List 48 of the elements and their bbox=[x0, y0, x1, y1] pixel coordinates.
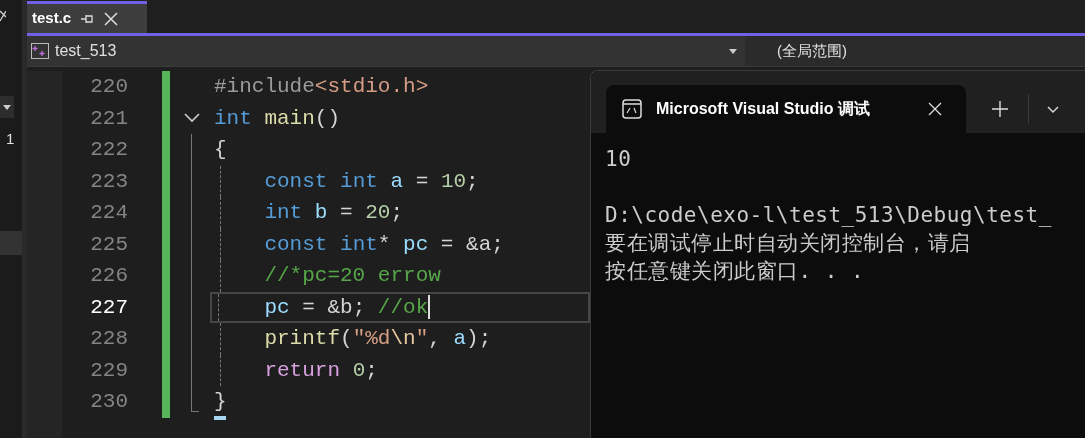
tab-label: test.c bbox=[32, 8, 72, 29]
terminal-icon bbox=[622, 99, 642, 119]
line-number: 227 bbox=[89, 294, 128, 321]
line-number: 229 bbox=[89, 357, 128, 384]
code-line: //*pc=20 errow bbox=[263, 265, 441, 287]
line-number: 221 bbox=[89, 105, 128, 132]
chevron-down-icon[interactable] bbox=[1047, 105, 1059, 113]
code-line: #include<stdio.h> bbox=[214, 76, 429, 98]
code-line: int b = 20; bbox=[263, 202, 404, 224]
line-number: 222 bbox=[89, 137, 128, 163]
line-number: 223 bbox=[89, 168, 128, 195]
plus-icon[interactable] bbox=[992, 101, 1008, 117]
text-cursor bbox=[214, 415, 226, 420]
pin-icon[interactable] bbox=[81, 13, 95, 24]
line-number: 230 bbox=[89, 389, 128, 415]
console-line: D:\code\exo-l\test_513\Debug\test_ bbox=[605, 202, 1053, 229]
code-line: int main() bbox=[214, 107, 341, 129]
code-line: const int a = 10; bbox=[263, 170, 479, 192]
code-line: printf("%d\n", a); bbox=[263, 328, 492, 350]
side-panel-text: 1 bbox=[6, 129, 15, 149]
editor-tab[interactable]: test.c bbox=[27, 1, 147, 33]
project-dropdown[interactable]: test_513 bbox=[27, 36, 745, 66]
project-icon bbox=[31, 43, 49, 59]
console-tab-title: Microsoft Visual Studio 调试 bbox=[656, 99, 870, 119]
console-line: 要在调试停止时自动关闭控制台，请启 bbox=[605, 230, 972, 257]
console-line: 按任意键关闭此窗口. . . bbox=[605, 258, 866, 285]
code-line: const int* pc = &a; bbox=[263, 233, 504, 255]
dropdown-field[interactable] bbox=[0, 96, 14, 118]
project-name: test_513 bbox=[55, 41, 117, 61]
console-tab[interactable]: Microsoft Visual Studio 调试 bbox=[606, 85, 966, 133]
console-line: 10 bbox=[605, 146, 633, 173]
line-number: 224 bbox=[89, 200, 128, 226]
close-icon[interactable] bbox=[104, 11, 119, 26]
caret-icon bbox=[729, 48, 737, 54]
code-line: return 0; bbox=[263, 359, 378, 381]
code-line: { bbox=[214, 139, 227, 161]
caret-icon bbox=[3, 104, 11, 110]
line-number: 226 bbox=[89, 263, 128, 289]
line-number: 228 bbox=[89, 326, 128, 352]
close-icon[interactable] bbox=[928, 102, 942, 116]
code-line: } bbox=[214, 391, 227, 413]
text-cursor bbox=[428, 295, 431, 320]
code-line: pc = &b; //ok bbox=[263, 296, 429, 318]
line-number: 220 bbox=[89, 74, 128, 100]
line-number: 225 bbox=[89, 231, 128, 258]
close-icon[interactable] bbox=[0, 10, 6, 22]
scope-dropdown[interactable]: (全局范围) bbox=[777, 39, 847, 63]
chevron-down-icon[interactable] bbox=[184, 113, 200, 124]
